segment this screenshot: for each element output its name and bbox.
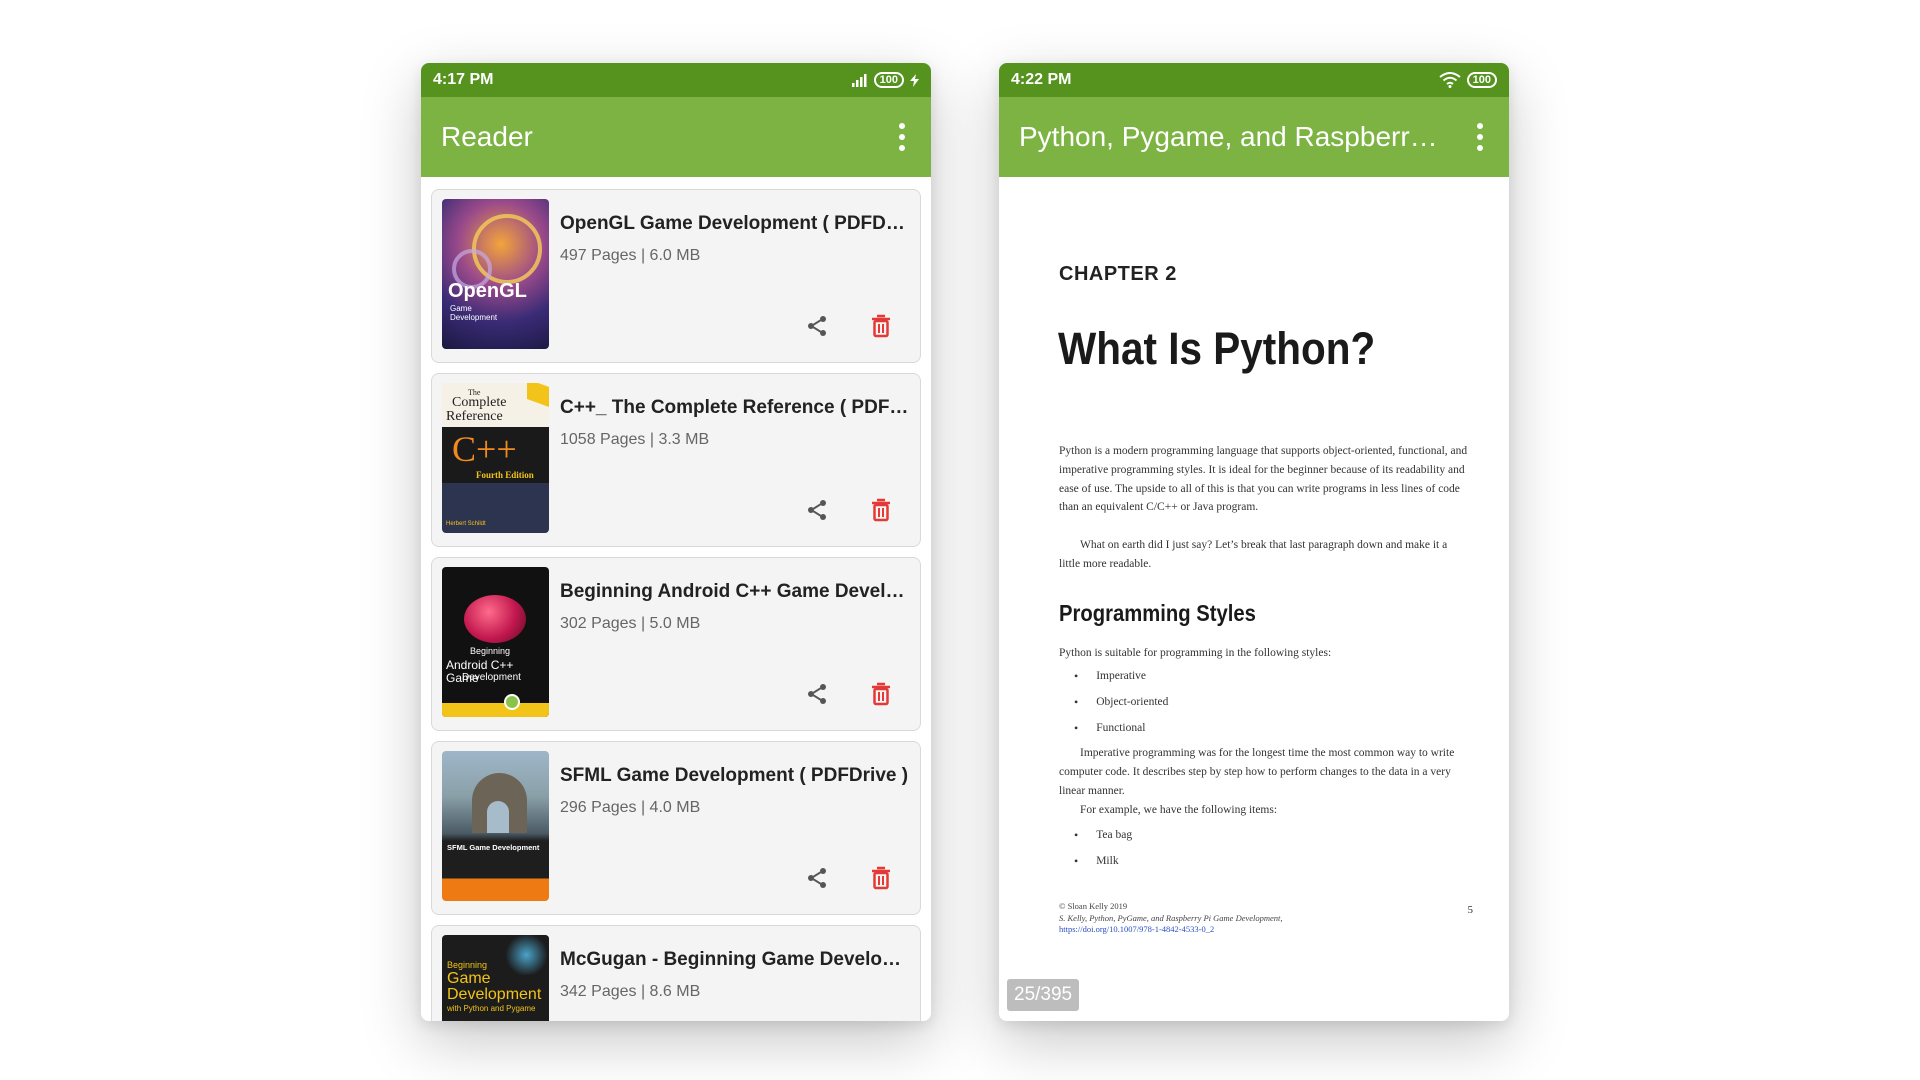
book-meta: 497 Pages | 6.0 MB [560,247,701,264]
wifi-icon [1439,72,1461,88]
paragraph: Python is a modern programming language … [1059,445,1468,514]
delete-icon [872,866,890,890]
book-meta: 1058 Pages | 3.3 MB [560,431,710,448]
book-cover-game: Beginning Game Development with Python a… [442,935,549,1021]
charging-icon [910,73,919,87]
book-card[interactable]: OpenGL Game Development OpenGL Game Deve… [431,189,921,363]
paragraph: Imperative programming was for the longe… [1059,747,1455,797]
footer-citation: S. Kelly, Python, PyGame, and Raspberry … [1059,912,1283,923]
section-title: Programming Styles [1059,600,1256,626]
pdf-page[interactable]: CHAPTER 2 What Is Python? Python is a mo… [999,177,1509,1021]
overflow-menu-button[interactable] [893,119,911,155]
share-icon [808,316,826,336]
share-button[interactable] [804,312,830,340]
book-cover-cpp: The Complete Reference C++ Fourth Editio… [442,383,549,533]
book-card[interactable]: Beginning Android C++ Game Development B… [431,557,921,731]
reader-screen: 4:22 PM 100 Python, Pygame, and Raspberr… [999,63,1509,1021]
book-title[interactable]: OpenGL Game Development ( PDFDri… [560,213,910,235]
book-meta: 296 Pages | 4.0 MB [560,799,701,816]
status-time: 4:22 PM [1011,71,1072,88]
delete-icon [872,498,890,522]
book-card[interactable]: SFML Game Development SFML Game Developm… [431,741,921,915]
delete-button[interactable] [868,864,894,892]
delete-icon [872,314,890,338]
app-title: Reader [441,121,533,152]
chapter-title: What Is Python? [1058,323,1376,374]
paragraph: What on earth did I just say? Let’s brea… [1059,539,1448,570]
share-icon [808,684,826,704]
list-item: Milk [1074,848,1132,874]
library-screen: 4:17 PM 100 Reader OpenGL Game Developme… [421,63,931,1021]
delete-button[interactable] [868,312,894,340]
share-icon [808,868,826,888]
battery-icon: 100 [1466,72,1497,88]
delete-icon [872,682,890,706]
book-cover-sfml: SFML Game Development [442,751,549,901]
app-bar: Reader [421,97,931,177]
page-counter: 25/395 [1007,979,1080,1011]
book-list[interactable]: OpenGL Game Development OpenGL Game Deve… [421,177,931,1021]
delete-button[interactable] [868,496,894,524]
document-title: Python, Pygame, and Raspberry… [1019,121,1449,152]
delete-button[interactable] [868,680,894,708]
book-meta: 342 Pages | 8.6 MB [560,983,701,1000]
printed-page-number: 5 [1467,904,1474,916]
book-card[interactable]: The Complete Reference C++ Fourth Editio… [431,373,921,547]
status-bar: 4:17 PM 100 [421,63,931,97]
book-title[interactable]: SFML Game Development ( PDFDrive ) [560,765,910,787]
page-footer: © Sloan Kelly 2019 S. Kelly, Python, PyG… [1059,901,1469,936]
share-button[interactable] [804,864,830,892]
status-time: 4:17 PM [433,71,494,88]
share-button[interactable] [804,680,830,708]
book-card[interactable]: Beginning Game Development with Python a… [431,925,921,1021]
footer-copyright: © Sloan Kelly 2019 [1059,901,1128,911]
items-list: Tea bag Milk [1074,822,1132,874]
list-item: Functional [1074,715,1168,741]
chapter-label: CHAPTER 2 [1059,263,1177,285]
footer-doi-link[interactable]: https://doi.org/10.1007/978-1-4842-4533-… [1059,924,1469,936]
overflow-menu-button[interactable] [1471,119,1489,155]
paragraph: For example, we have the following items… [1080,804,1278,816]
app-bar: Python, Pygame, and Raspberry… [999,97,1509,177]
book-title[interactable]: McGugan - Beginning Game Develop… [560,949,910,971]
styles-list: Imperative Object-oriented Functional [1074,663,1168,741]
book-title[interactable]: Beginning Android C++ Game Develo… [560,581,910,603]
book-cover-android: Beginning Android C++ Game Development [442,567,549,717]
signal-icon [851,73,867,87]
list-item: Object-oriented [1074,689,1168,715]
paragraph: Python is suitable for programming in th… [1059,647,1332,659]
share-button[interactable] [804,496,830,524]
book-title[interactable]: C++_ The Complete Reference ( PDF… [560,397,910,419]
book-meta: 302 Pages | 5.0 MB [560,615,701,632]
status-bar: 4:22 PM 100 [999,63,1509,97]
list-item: Imperative [1074,663,1168,689]
list-item: Tea bag [1074,822,1132,848]
book-cover-opengl: OpenGL Game Development [442,199,549,349]
battery-icon: 100 [873,72,904,88]
share-icon [808,500,826,520]
